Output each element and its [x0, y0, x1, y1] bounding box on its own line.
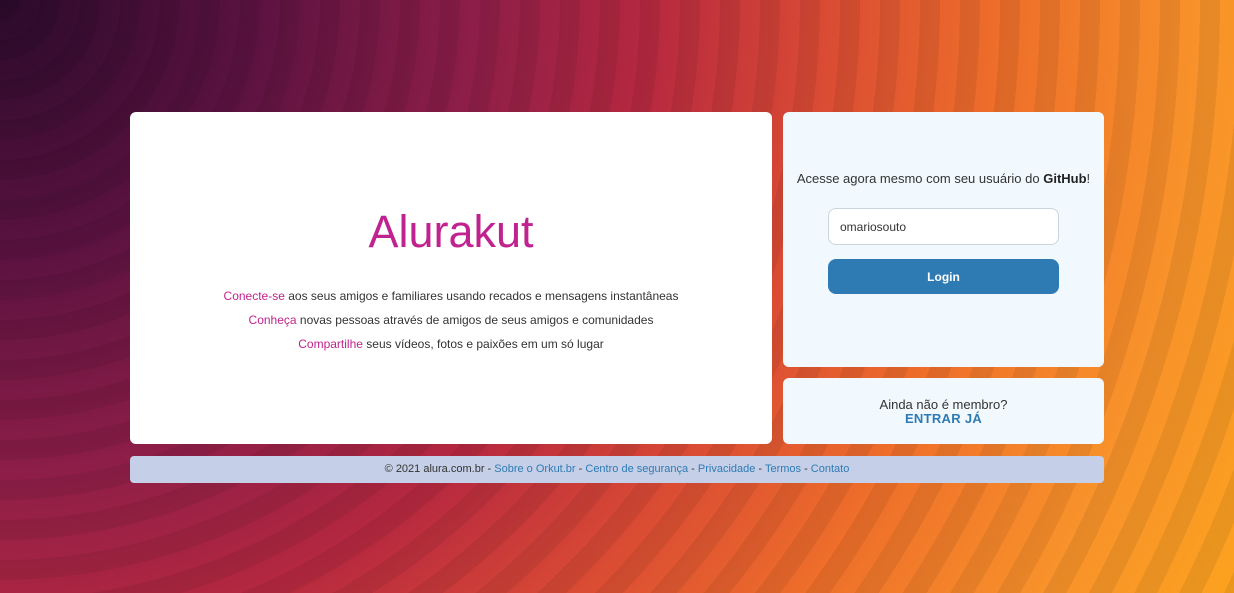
github-brand: GitHub — [1043, 171, 1087, 186]
footer-link-security[interactable]: Centro de segurança — [585, 463, 688, 475]
logo-text: Alurakut — [368, 208, 534, 257]
login-prompt-prefix: Acesse agora mesmo com seu usuário do — [796, 171, 1044, 186]
footer-copyright: © 2021 alura.com.br — [384, 463, 485, 475]
footer-separator: - — [688, 463, 698, 475]
login-prompt: Acesse agora mesmo com seu usuário do Gi… — [783, 172, 1104, 186]
footer-link-contact[interactable]: Contato — [811, 463, 850, 475]
login-prompt-suffix: ! — [1086, 171, 1091, 186]
footer-separator: - — [575, 463, 586, 475]
footer-separator: - — [755, 463, 765, 475]
tagline-highlight: Compartilhe — [298, 337, 363, 351]
alurakut-logo-mark: Alurakut — [368, 208, 534, 257]
login-form: Acesse agora mesmo com seu usuário do Gi… — [783, 112, 1104, 367]
footer-separator: - — [801, 463, 811, 475]
tagline-highlight: Conheça — [248, 313, 297, 327]
logo-area: Alurakut Conecte-se aos seus amigos e fa… — [130, 112, 772, 444]
footer: © 2021 alura.com.br - Sobre o Orkut.br -… — [130, 456, 1104, 483]
tagline-text: novas pessoas através de amigos de seus … — [296, 313, 654, 327]
signup-question: Ainda não é membro? — [879, 397, 1008, 412]
signup-link[interactable]: ENTRAR JÁ — [783, 412, 1104, 426]
tagline-text: seus vídeos, fotos e paixões em um só lu… — [362, 337, 604, 351]
signup-box: Ainda não é membro? ENTRAR JÁ — [783, 378, 1104, 444]
github-username-input[interactable] — [828, 208, 1059, 245]
tagline-share: Compartilhe seus vídeos, fotos e paixões… — [130, 332, 772, 356]
footer-link-privacy[interactable]: Privacidade — [698, 463, 755, 475]
tagline-highlight: Conecte-se — [223, 289, 285, 303]
footer-link-terms[interactable]: Termos — [765, 463, 801, 475]
footer-link-about[interactable]: Sobre o Orkut.br — [494, 463, 575, 475]
tagline-meet: Conheça novas pessoas através de amigos … — [130, 308, 772, 332]
alurakut-logo: Alurakut — [130, 208, 772, 258]
tagline-text: aos seus amigos e familiares usando reca… — [284, 289, 679, 303]
footer-separator: - — [484, 463, 495, 475]
taglines: Conecte-se aos seus amigos e familiares … — [130, 284, 772, 356]
tagline-connect: Conecte-se aos seus amigos e familiares … — [130, 284, 772, 308]
login-button[interactable]: Login — [828, 259, 1059, 294]
